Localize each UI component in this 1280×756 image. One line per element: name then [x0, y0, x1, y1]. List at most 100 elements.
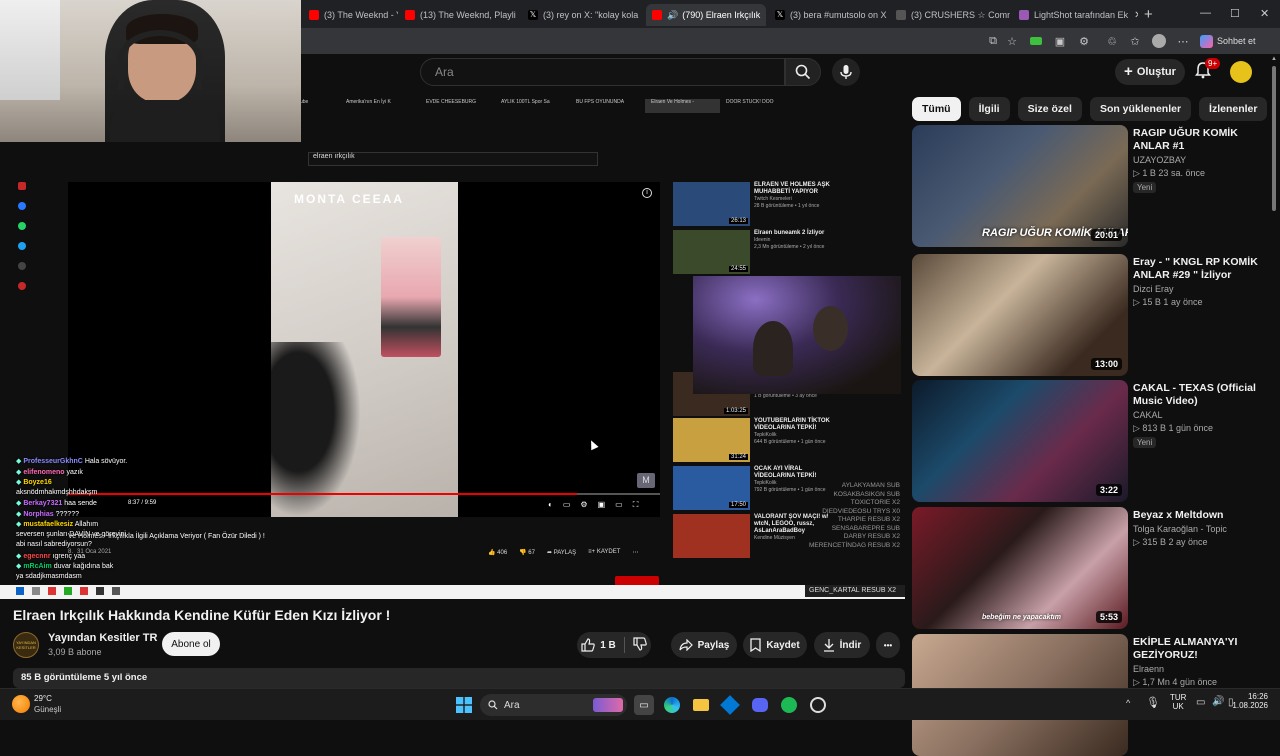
extensions-icon[interactable]: ⚙	[1076, 33, 1092, 49]
new-tab-button[interactable]: +	[1144, 6, 1153, 23]
page-scrollbar[interactable]: ▲	[1270, 56, 1278, 688]
channel-name[interactable]: Yayından Kesitler TR	[48, 632, 157, 644]
streamer-silhouette	[753, 321, 793, 376]
webcam-overlay	[0, 0, 301, 142]
weather-sun-icon[interactable]	[12, 695, 30, 713]
scroll-up-icon[interactable]: ▲	[1271, 56, 1277, 62]
minimize-button[interactable]: —	[1200, 7, 1211, 19]
start-button[interactable]	[454, 695, 474, 715]
tab-close-icon[interactable]: ✕	[516, 10, 519, 21]
like-button[interactable]: 1 B	[581, 638, 616, 652]
video-player[interactable]: ube Amerika'nın En İyi K EVDE CHEESEBURG…	[0, 92, 905, 599]
more-actions-button[interactable]: •••	[876, 632, 900, 658]
sub-alert-entry: THARPIE RESUB X2	[790, 516, 900, 525]
inner-rec-thumb: 17:50	[673, 466, 750, 510]
mic-tray-icon[interactable]: 🎙	[1146, 696, 1160, 709]
chat-username: Berkay7321	[23, 500, 62, 507]
clock[interactable]: 16:26 1.08.2026	[1216, 692, 1268, 710]
browser-tab[interactable]: 𝕏 (3) bera #umutsolo on X ✕	[769, 4, 887, 26]
weather-temp: 29°C	[34, 694, 52, 703]
recommendation-title[interactable]: Eray - " KNGL RP KOMİK ANLAR #29 " İzliy…	[1133, 256, 1268, 282]
chip-watched[interactable]: İzlenenler	[1199, 97, 1267, 121]
language-indicator[interactable]: TUR UK	[1170, 693, 1186, 711]
browser-essentials-icon[interactable]: ♲	[1104, 33, 1120, 49]
extension-shield-icon[interactable]: ▣	[1052, 33, 1068, 49]
tab-close-icon[interactable]: ✕	[638, 10, 644, 21]
tab-label: (3) CRUSHERS ☆ Comm	[911, 10, 1010, 21]
browser-tab[interactable]: 𝕏 (3) rey on X: "kolay kola ✕	[522, 4, 644, 26]
sohbet-label: Sohbet et	[1217, 36, 1256, 46]
obs-icon[interactable]	[808, 695, 828, 715]
speaker-icon[interactable]: 🔊	[667, 10, 678, 21]
chip-all[interactable]: Tümü	[912, 97, 961, 121]
save-label: Kaydet	[766, 640, 799, 651]
close-window-button[interactable]: ✕	[1260, 7, 1269, 20]
recommendation-item[interactable]: RAGIP UĞUR KOMİK ANLAR20:01RAGIP UĞUR KO…	[912, 125, 1270, 247]
maximize-button[interactable]: ☐	[1230, 7, 1240, 20]
recommendation-channel[interactable]: CAKAL	[1133, 410, 1163, 420]
browser-tab[interactable]: (13) The Weeknd, Playli ✕	[399, 4, 519, 26]
video-thumbnail[interactable]: bebeğim ne yapacaktım5:53	[912, 507, 1128, 629]
favorites-icon[interactable]: ✩	[1127, 33, 1143, 49]
recommendation-title[interactable]: Beyaz x Meltdown	[1133, 509, 1268, 522]
chip-recent[interactable]: Son yüklenenler	[1090, 97, 1191, 121]
video-thumbnail[interactable]: 3:22	[912, 380, 1128, 502]
network-icon[interactable]: ▭	[1196, 697, 1205, 708]
subscribe-button[interactable]: Abone ol	[162, 632, 220, 656]
download-label: İndir	[840, 640, 862, 651]
description-box[interactable]: 85 B görüntüleme 5 yıl önce	[13, 668, 905, 688]
recommendation-item[interactable]: bebeğim ne yapacaktım5:53 Beyaz x Meltdow…	[912, 507, 1270, 629]
shared-screen: ube Amerika'nın En İyi K EVDE CHEESEBURG…	[0, 92, 905, 599]
video-thumbnail[interactable]: RAGIP UĞUR KOMİK ANLAR20:01	[912, 125, 1128, 247]
recommendation-title[interactable]: EKİPLE ALMANYA'YI GEZİYORUZ!	[1133, 636, 1268, 662]
recommendation-channel[interactable]: Dizci Eray	[1133, 284, 1174, 294]
recommendation-channel[interactable]: Tolga Karaoğlan - Topic	[1133, 524, 1227, 534]
tab-close-icon[interactable]: ✕	[760, 10, 766, 21]
spotify-icon[interactable]	[779, 695, 799, 715]
app-icon[interactable]	[720, 695, 740, 715]
discord-icon[interactable]	[750, 695, 770, 715]
install-app-icon[interactable]: ⧉	[985, 33, 1001, 49]
save-button[interactable]: Kaydet	[743, 632, 807, 658]
recommendation-title[interactable]: CAKAL - TEXAS (Official Music Video)	[1133, 382, 1268, 408]
voice-search-button[interactable]	[832, 58, 860, 86]
file-explorer-icon[interactable]	[691, 695, 711, 715]
browser-tab[interactable]: LightShot tarafından Ek ✕	[1013, 4, 1138, 26]
browser-tab-active[interactable]: 🔊 (790) Elraen Irkçılık ✕	[646, 4, 766, 26]
taskbar-search[interactable]: Ara	[480, 694, 627, 716]
channel-avatar[interactable]: YAYINDAN KESİTLER	[13, 632, 39, 658]
bookmark-star-icon[interactable]: ☆	[1004, 33, 1020, 49]
divider	[624, 637, 625, 653]
browser-tab[interactable]: (3) The Weeknd - YouT	[303, 4, 398, 26]
sub-alert-entry: SENSABAREPRE SUB	[790, 525, 900, 534]
task-view-icon[interactable]: ▭	[634, 695, 654, 715]
edge-icon[interactable]	[662, 695, 682, 715]
recommendation-title[interactable]: RAGIP UĞUR KOMİK ANLAR #1	[1133, 127, 1268, 153]
profile-icon[interactable]	[1151, 33, 1167, 49]
download-button[interactable]: İndir	[814, 632, 870, 658]
chip-related[interactable]: İlgili	[969, 97, 1010, 121]
share-label: Paylaş	[698, 640, 730, 651]
tab-close-icon[interactable]: ✕	[1128, 10, 1138, 21]
account-avatar[interactable]	[1230, 61, 1252, 83]
clock-date: 1.08.2026	[1216, 701, 1268, 710]
create-button[interactable]: + Oluştur	[1115, 59, 1185, 85]
recommendation-item[interactable]: 13:00Eray - " KNGL RP KOMİK ANLAR #29 " …	[912, 254, 1270, 376]
search-input[interactable]: Ara	[420, 58, 785, 86]
more-menu-icon[interactable]: ⋯	[1175, 33, 1191, 49]
scroll-thumb[interactable]	[1272, 66, 1276, 211]
sub-alert-entry: AYLAKYAMAN SUB	[790, 482, 900, 491]
extension-green-icon[interactable]	[1028, 33, 1044, 49]
recommendation-channel[interactable]: Elraenn	[1133, 664, 1164, 674]
share-button[interactable]: Paylaş	[671, 632, 737, 658]
tray-expand-icon[interactable]: ^	[1126, 698, 1130, 708]
inner-tab: AYLIK 100TL Spor Sa	[495, 99, 570, 113]
chip-for-you[interactable]: Size özel	[1018, 97, 1082, 121]
search-button[interactable]	[785, 58, 821, 86]
recommendation-item[interactable]: 3:22CAKAL - TEXAS (Official Music Video)…	[912, 380, 1270, 502]
dislike-button[interactable]	[633, 637, 647, 654]
browser-tab[interactable]: (3) CRUSHERS ☆ Comm ✕	[890, 4, 1010, 26]
copilot-chat-button[interactable]: Sohbet et	[1200, 33, 1256, 49]
video-thumbnail[interactable]: 13:00	[912, 254, 1128, 376]
recommendation-channel[interactable]: UZAYOZBAY	[1133, 155, 1186, 165]
